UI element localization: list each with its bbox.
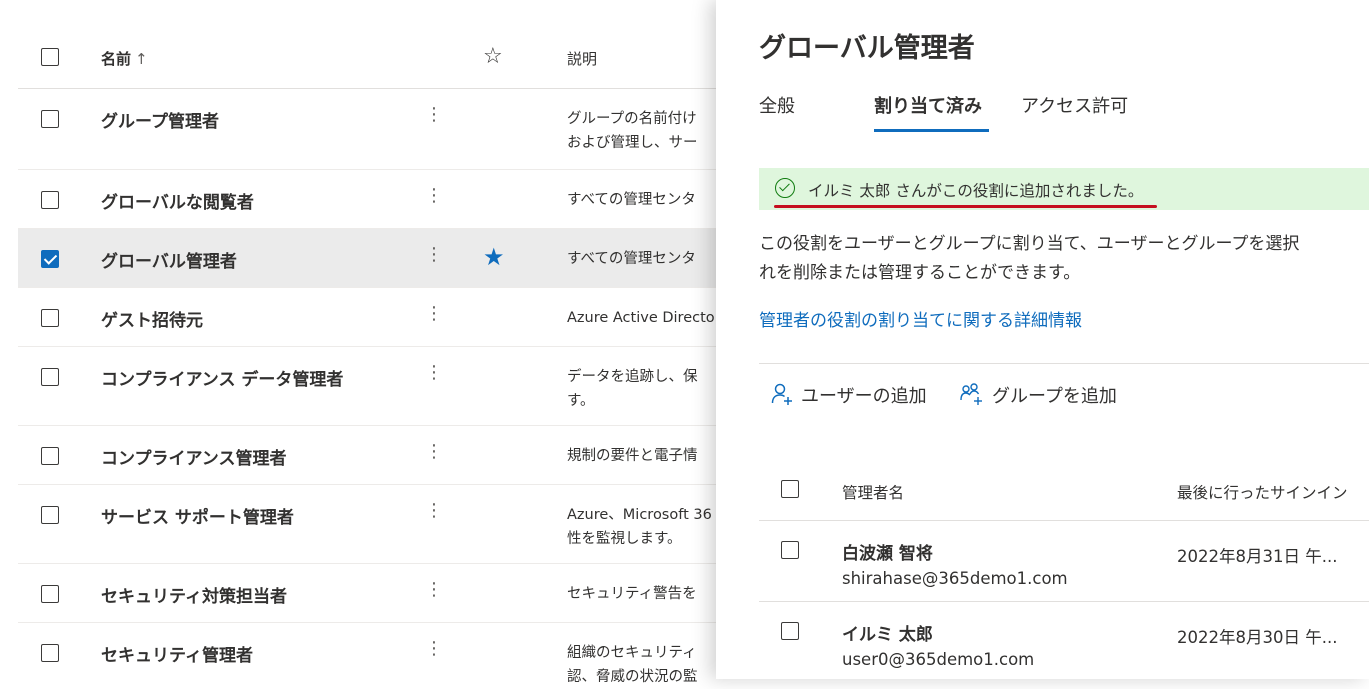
list-item[interactable]: コンプライアンス データ管理者 ⋮ データを追跡し、保 す。 bbox=[18, 347, 718, 426]
role-description: グループの名前付け および管理し、サー bbox=[567, 111, 698, 151]
row-checkbox[interactable] bbox=[41, 368, 59, 386]
panel-title: グローバル管理者 bbox=[759, 33, 975, 64]
select-all-admins-checkbox[interactable] bbox=[781, 480, 799, 498]
role-description: データを追跡し、保 す。 bbox=[567, 369, 698, 409]
more-options-icon[interactable]: ⋮ bbox=[425, 441, 443, 463]
table-row[interactable]: 白波瀬 智将 shirahase@365demo1.com 2022年8月31日… bbox=[759, 521, 1369, 602]
favorite-column-star-icon[interactable]: ☆ bbox=[483, 44, 503, 69]
table-row[interactable]: イルミ 太郎 user0@365demo1.com 2022年8月30日 午..… bbox=[759, 602, 1369, 682]
select-all-checkbox[interactable] bbox=[41, 48, 59, 66]
add-group-button[interactable]: グループを追加 bbox=[960, 382, 1117, 408]
role-name[interactable]: セキュリティ管理者 bbox=[101, 641, 253, 666]
column-header-admin-name[interactable]: 管理者名 bbox=[842, 481, 904, 503]
row-checkbox-checked[interactable] bbox=[41, 250, 59, 268]
role-name[interactable]: コンプライアンス管理者 bbox=[101, 444, 286, 469]
admin-last-signin: 2022年8月31日 午... bbox=[1177, 547, 1338, 566]
sort-ascending-icon: ↑ bbox=[135, 50, 148, 68]
tab-permissions[interactable]: アクセス許可 bbox=[1021, 92, 1128, 118]
add-user-button[interactable]: ユーザーの追加 bbox=[771, 382, 927, 408]
list-item[interactable]: グループ管理者 ⋮ グループの名前付け および管理し、サー bbox=[18, 89, 718, 170]
list-item-selected[interactable]: グローバル管理者 ⋮ ★ すべての管理センタ bbox=[18, 229, 718, 288]
column-header-last-signin[interactable]: 最後に行ったサインイン bbox=[1177, 481, 1348, 503]
role-name[interactable]: セキュリティ対策担当者 bbox=[101, 582, 287, 607]
list-item[interactable]: グローバルな閲覧者 ⋮ すべての管理センタ bbox=[18, 170, 718, 229]
role-description: セキュリティ警告を bbox=[567, 586, 697, 602]
role-name[interactable]: グローバル管理者 bbox=[101, 247, 237, 272]
add-group-icon bbox=[960, 383, 982, 405]
row-checkbox[interactable] bbox=[781, 541, 799, 559]
admins-table-header: 管理者名 最後に行ったサインイン bbox=[759, 460, 1369, 521]
role-description: すべての管理センタ bbox=[567, 251, 696, 267]
admin-email: user0@365demo1.com bbox=[842, 650, 1035, 669]
admin-last-signin: 2022年8月30日 午... bbox=[1177, 628, 1338, 647]
favorite-star-icon[interactable]: ★ bbox=[483, 243, 505, 271]
divider bbox=[759, 363, 1369, 364]
admin-name[interactable]: イルミ 太郎 bbox=[842, 620, 933, 645]
column-header-name[interactable]: 名前 ↑ bbox=[101, 48, 148, 69]
tab-assigned[interactable]: 割り当て済み bbox=[874, 92, 982, 118]
more-options-icon[interactable]: ⋮ bbox=[425, 303, 443, 325]
role-details-panel: グローバル管理者 全般 割り当て済み アクセス許可 イルミ 太郎 さんがこの役割… bbox=[716, 0, 1369, 679]
row-checkbox[interactable] bbox=[41, 191, 59, 209]
list-item[interactable]: ゲスト招待元 ⋮ Azure Active Directo bbox=[18, 288, 718, 347]
role-description: 組織のセキュリティ 認、脅威の状況の監 bbox=[567, 645, 698, 685]
panel-description: この役割をユーザーとグループに割り当て、ユーザーとグループを選択 れを削除または… bbox=[759, 234, 1300, 283]
column-header-description: 説明 bbox=[567, 50, 598, 68]
row-checkbox[interactable] bbox=[41, 644, 59, 662]
more-options-icon[interactable]: ⋮ bbox=[425, 185, 443, 207]
more-options-icon[interactable]: ⋮ bbox=[425, 579, 443, 601]
row-checkbox[interactable] bbox=[41, 309, 59, 327]
list-item[interactable]: セキュリティ対策担当者 ⋮ セキュリティ警告を bbox=[18, 564, 718, 623]
active-tab-indicator bbox=[874, 129, 989, 132]
role-name[interactable]: コンプライアンス データ管理者 bbox=[101, 365, 343, 390]
row-checkbox[interactable] bbox=[41, 585, 59, 603]
check-circle-icon bbox=[775, 178, 795, 198]
role-description: Azure、Microsoft 36 性を監視します。 bbox=[567, 507, 712, 547]
role-description: すべての管理センタ bbox=[567, 192, 696, 208]
success-message: イルミ 太郎 さんがこの役割に追加されました。 bbox=[808, 182, 1144, 200]
role-name[interactable]: ゲスト招待元 bbox=[101, 306, 203, 331]
list-header: 名前 ↑ ☆ 説明 bbox=[18, 28, 718, 89]
success-banner: イルミ 太郎 さんがこの役割に追加されました。 bbox=[759, 168, 1369, 210]
row-checkbox[interactable] bbox=[41, 447, 59, 465]
add-person-icon bbox=[771, 383, 792, 405]
role-description: Azure Active Directo bbox=[567, 310, 715, 326]
role-description: 規制の要件と電子情 bbox=[567, 448, 698, 464]
admin-name[interactable]: 白波瀬 智将 bbox=[842, 539, 933, 564]
more-options-icon[interactable]: ⋮ bbox=[425, 104, 443, 126]
list-item[interactable]: サービス サポート管理者 ⋮ Azure、Microsoft 36 性を監視しま… bbox=[18, 485, 718, 564]
row-checkbox[interactable] bbox=[41, 506, 59, 524]
more-options-icon[interactable]: ⋮ bbox=[425, 638, 443, 660]
list-item[interactable]: コンプライアンス管理者 ⋮ 規制の要件と電子情 bbox=[18, 426, 718, 485]
admin-email: shirahase@365demo1.com bbox=[842, 569, 1068, 588]
role-name[interactable]: グローバルな閲覧者 bbox=[101, 188, 254, 213]
learn-more-link[interactable]: 管理者の役割の割り当てに関する詳細情報 bbox=[759, 306, 1082, 331]
row-checkbox[interactable] bbox=[41, 110, 59, 128]
more-options-icon[interactable]: ⋮ bbox=[425, 362, 443, 384]
role-name[interactable]: サービス サポート管理者 bbox=[101, 503, 294, 528]
tab-general[interactable]: 全般 bbox=[759, 92, 795, 118]
more-options-icon[interactable]: ⋮ bbox=[425, 244, 443, 266]
annotation-underline bbox=[774, 205, 1157, 208]
role-name[interactable]: グループ管理者 bbox=[101, 107, 219, 132]
roles-list: 名前 ↑ ☆ 説明 グループ管理者 ⋮ グループの名前付け および管理し、サー グ… bbox=[0, 0, 718, 685]
list-item[interactable]: セキュリティ管理者 ⋮ 組織のセキュリティ 認、脅威の状況の監 bbox=[18, 623, 718, 685]
more-options-icon[interactable]: ⋮ bbox=[425, 500, 443, 522]
row-checkbox[interactable] bbox=[781, 622, 799, 640]
